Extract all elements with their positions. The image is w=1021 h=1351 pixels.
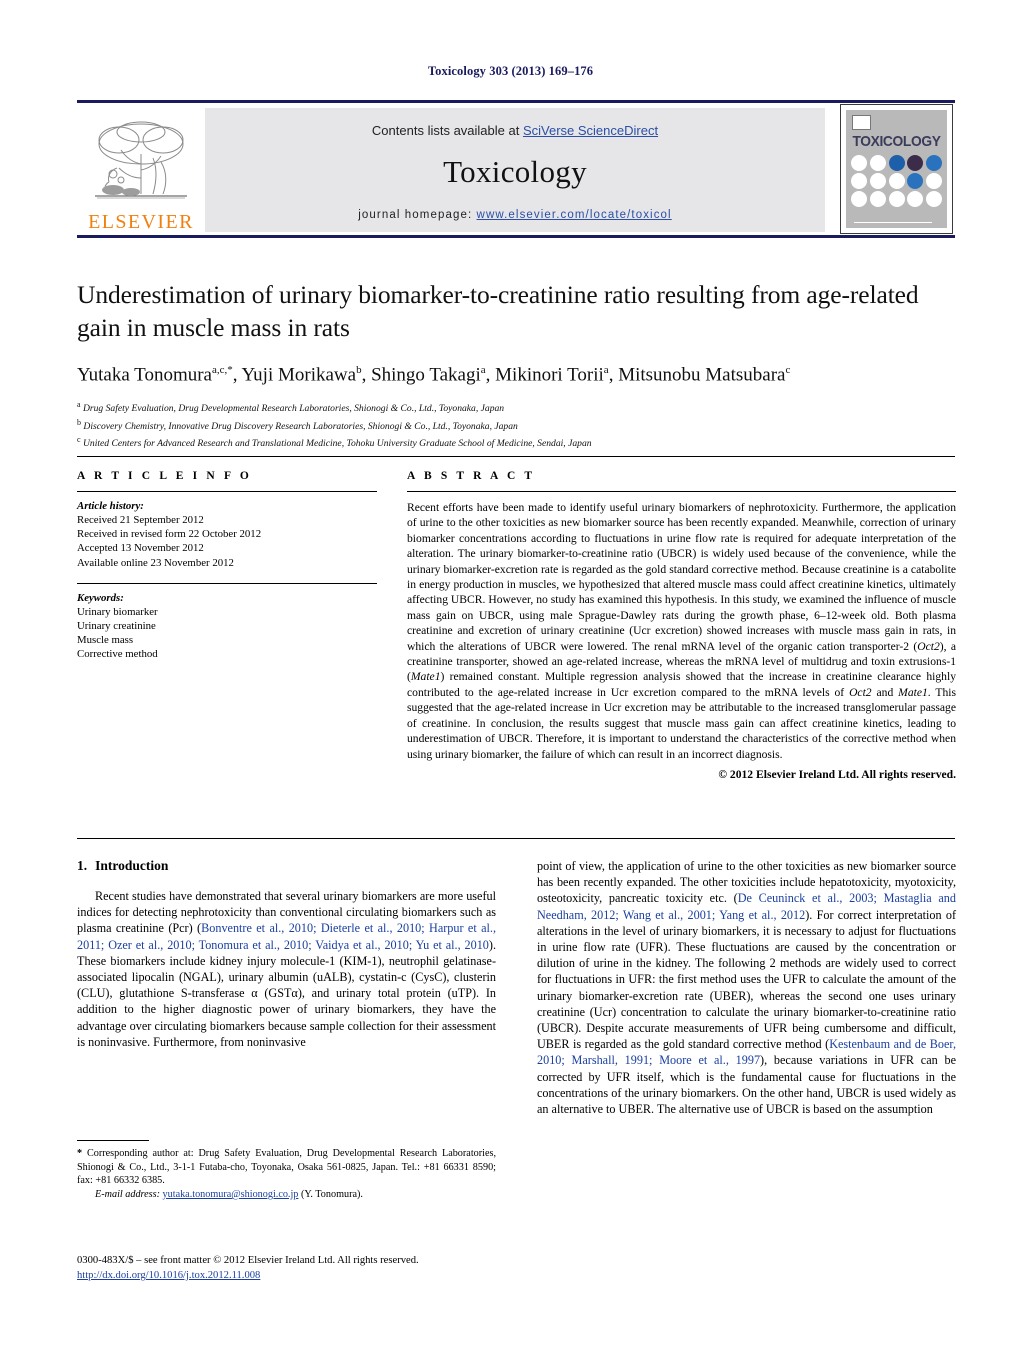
journal-cover-thumbnail: TOXICOLOGY: [840, 104, 953, 234]
cover-artwork: TOXICOLOGY: [846, 110, 947, 228]
keyword-item: Urinary biomarker: [77, 605, 158, 618]
email-owner: (Y. Tonomura).: [300, 1188, 363, 1200]
article-history-item: Received in revised form 22 October 2012: [77, 528, 262, 541]
corresponding-author-footnote: * Corresponding author at: Drug Safety E…: [77, 1140, 496, 1201]
cover-dot: [888, 173, 905, 189]
article-history-item: Received 21 September 2012: [77, 514, 204, 526]
abstract-copyright: © 2012 Elsevier Ireland Ltd. All rights …: [718, 767, 956, 781]
cover-dot: [907, 173, 924, 189]
masthead-top-rule: [77, 100, 955, 103]
homepage-prefix: journal homepage:: [358, 209, 477, 221]
cover-dot: [851, 155, 867, 171]
abstract-column: A B S T R A C T Recent efforts have been…: [407, 470, 956, 781]
journal-title: Toxicology: [443, 154, 587, 189]
affiliation-marker-c: c: [77, 435, 81, 445]
affiliation-a: a Drug Safety Evaluation, Drug Developme…: [77, 398, 957, 415]
journal-homepage-line: journal homepage: www.elsevier.com/locat…: [205, 209, 825, 221]
issn-copyright-line: 0300-483X/$ – see front matter © 2012 El…: [77, 1255, 419, 1266]
affiliation-b: b Discovery Chemistry, Innovative Drug D…: [77, 416, 957, 433]
doi-link[interactable]: http://dx.doi.org/10.1016/j.tox.2012.11.…: [77, 1270, 260, 1281]
contents-available-line: Contents lists available at SciVerse Sci…: [205, 123, 825, 138]
article-history-heading: Article history:: [77, 500, 144, 512]
info-section-top-rule: [77, 456, 955, 457]
article-info-rule: [77, 491, 377, 492]
contents-prefix: Contents lists available at: [371, 123, 523, 138]
masthead-center-panel: Contents lists available at SciVerse Sci…: [205, 108, 825, 232]
affiliation-text-c: United Centers for Advanced Research and…: [82, 438, 592, 450]
imprint-block: 0300-483X/$ – see front matter © 2012 El…: [77, 1253, 537, 1283]
journal-masthead: ELSEVIER Contents lists available at Sci…: [77, 100, 955, 238]
author-list: Yutaka Tonomuraa,c,*, Yuji Morikawab, Sh…: [77, 364, 791, 386]
corresponding-email-line: E-mail address: yutaka.tonomura@shionogi…: [77, 1188, 496, 1202]
abstract-bottom-rule: [77, 838, 955, 839]
cover-dot: [888, 155, 905, 171]
cover-dot: [851, 191, 867, 207]
footnote-rule: [77, 1140, 149, 1141]
elsevier-tree-icon: [95, 121, 187, 199]
page-title: Underestimation of urinary biomarker-to-…: [77, 280, 919, 342]
cover-dot: [907, 155, 924, 171]
keywords-heading: Keywords:: [77, 591, 124, 604]
cover-dot: [926, 155, 943, 171]
affiliation-text-a: Drug Safety Evaluation, Drug Development…: [82, 403, 505, 415]
body-column-left: 1. Introduction Recent studies have demon…: [77, 858, 496, 1050]
cover-title-text: TOXICOLOGY: [852, 133, 941, 150]
cover-dot: [869, 155, 886, 171]
article-history-item: Available online 23 November 2012: [77, 556, 234, 569]
cover-dot: [907, 191, 924, 207]
introduction-heading: 1. Introduction: [77, 858, 496, 874]
running-head: Toxicology 303 (2013) 169–176: [427, 64, 594, 78]
keyword-item: Muscle mass: [77, 634, 134, 647]
article-info-column: A R T I C L E I N F O Article history: R…: [77, 470, 377, 662]
cover-footer-rule: [854, 222, 932, 223]
keyword-item: Urinary creatinine: [77, 620, 156, 633]
cover-dot: [869, 173, 886, 189]
introduction-paragraph-right: point of view, the application of urine …: [537, 859, 957, 1117]
abstract-text: Recent efforts have been made to identif…: [407, 501, 956, 761]
elsevier-wordmark: ELSEVIER: [88, 211, 194, 233]
corresponding-author-text: * Corresponding author at: Drug Safety E…: [77, 1148, 496, 1187]
article-info-label: A R T I C L E I N F O: [77, 470, 252, 482]
elsevier-logo: ELSEVIER: [79, 108, 203, 232]
masthead-bottom-rule: [77, 235, 955, 238]
introduction-paragraph-left: Recent studies have demonstrated that se…: [77, 889, 496, 1049]
section-number: 1.: [77, 858, 88, 873]
affiliation-list: a Drug Safety Evaluation, Drug Developme…: [77, 398, 957, 450]
cover-dot: [926, 173, 943, 189]
title-block: Underestimation of urinary biomarker-to-…: [77, 278, 957, 451]
article-history-item: Accepted 13 November 2012: [77, 542, 204, 555]
email-link[interactable]: yutaka.tonomura@shionogi.co.jp: [163, 1189, 299, 1200]
body-column-right: point of view, the application of urine …: [537, 858, 956, 1117]
keyword-item: Corrective method: [77, 648, 158, 661]
affiliation-marker-b: b: [77, 417, 81, 427]
email-address-label: E-mail address:: [95, 1188, 160, 1200]
affiliation-text-b: Discovery Chemistry, Innovative Drug Dis…: [83, 420, 518, 432]
journal-article-page: Toxicology 303 (2013) 169–176 ELSEVIER C…: [0, 0, 1021, 1351]
cover-publisher-tag: [852, 115, 871, 130]
section-heading-text: Introduction: [95, 858, 169, 873]
journal-homepage-link[interactable]: www.elsevier.com/locate/toxicol: [477, 209, 672, 221]
cover-dot: [851, 173, 867, 189]
abstract-rule: [407, 491, 956, 492]
cover-dot: [869, 191, 886, 207]
cover-dot: [926, 191, 943, 207]
cover-dot-grid: [851, 155, 943, 207]
affiliation-marker-a: a: [77, 400, 81, 410]
cover-dot: [888, 191, 905, 207]
abstract-label: A B S T R A C T: [407, 470, 536, 482]
keywords-rule: [77, 582, 377, 584]
affiliation-c: c United Centers for Advanced Research a…: [77, 433, 957, 450]
sciencedirect-link[interactable]: SciVerse ScienceDirect: [523, 123, 658, 138]
